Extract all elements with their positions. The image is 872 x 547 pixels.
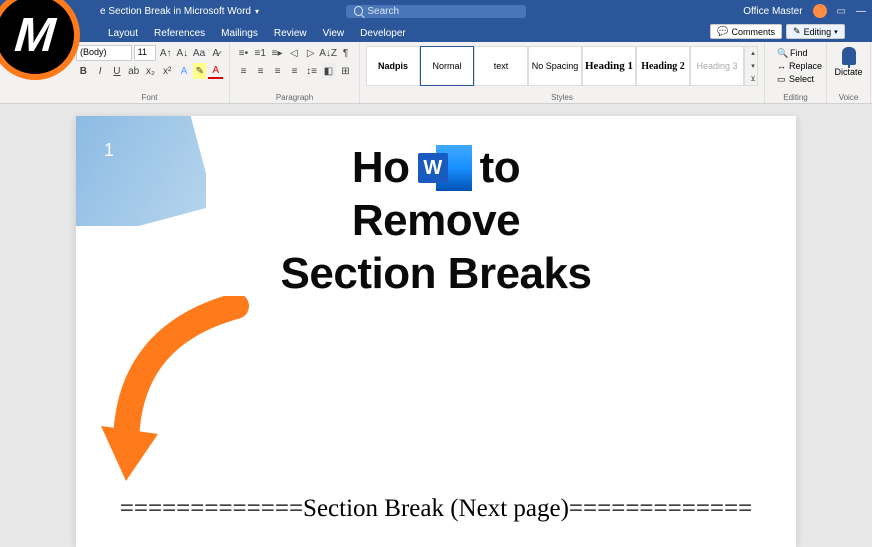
underline-button[interactable]: U — [110, 63, 125, 79]
font-color-icon[interactable]: A — [208, 63, 223, 79]
style-nospacing[interactable]: No Spacing — [528, 46, 582, 86]
chevron-down-icon: ▾ — [834, 28, 838, 36]
comment-icon: 💬 — [717, 26, 728, 37]
decrease-font-icon[interactable]: A↓ — [175, 45, 190, 61]
styles-gallery[interactable]: Nadpis Normal text No Spacing Heading 1 … — [366, 45, 758, 87]
borders-icon[interactable]: ⊞ — [338, 63, 353, 79]
tab-developer[interactable]: Developer — [352, 25, 414, 42]
document-page[interactable]: 1 Ho W to Remove Section Breaks ========… — [76, 116, 796, 547]
shading-icon[interactable]: ◧ — [321, 63, 336, 79]
tab-references[interactable]: References — [146, 25, 213, 42]
tab-layout[interactable]: Layout — [100, 25, 146, 42]
share-icon[interactable]: ⋁ — [849, 26, 864, 37]
change-case-icon[interactable]: Aa — [192, 45, 207, 61]
page-corner-decoration — [76, 116, 206, 226]
subscript-button[interactable]: x₂ — [143, 63, 158, 79]
line-spacing-icon[interactable]: ↕≡ — [304, 63, 319, 79]
style-nadpis[interactable]: Nadpis — [366, 46, 420, 86]
search-input[interactable] — [367, 6, 518, 17]
style-heading2[interactable]: Heading 2 — [636, 46, 690, 86]
find-button[interactable]: 🔍Find — [775, 47, 816, 59]
highlight-icon[interactable]: ✎ — [193, 63, 206, 79]
superscript-button[interactable]: x² — [160, 63, 175, 79]
user-name[interactable]: Office Master — [743, 6, 802, 17]
clear-format-icon[interactable]: A̷ — [208, 45, 223, 61]
word-app-icon: W — [418, 143, 472, 193]
styles-group-label: Styles — [366, 92, 758, 102]
select-icon: ▭ — [777, 74, 786, 84]
section-break-marker[interactable]: =============Section Break (Next page)==… — [76, 495, 796, 523]
document-heading: Ho W to Remove Section Breaks — [116, 142, 756, 300]
chevron-down-icon[interactable]: ▾ — [255, 7, 259, 16]
align-left-icon[interactable]: ≡ — [236, 63, 251, 79]
search-box[interactable] — [346, 5, 526, 18]
minimize-icon[interactable]: — — [856, 6, 866, 17]
increase-indent-icon[interactable]: ▷ — [303, 45, 318, 61]
replace-icon: ↔ — [777, 61, 786, 71]
find-icon: 🔍 — [777, 48, 787, 58]
dictate-button[interactable]: Dictate — [833, 45, 864, 79]
font-size-select[interactable]: 11 — [134, 45, 157, 61]
styles-more-icon[interactable]: ⊻ — [745, 72, 761, 85]
page-number: 1 — [104, 140, 114, 161]
editing-group-label: Editing — [771, 92, 820, 102]
microphone-icon — [842, 47, 856, 65]
brand-logo: M — [0, 0, 100, 100]
comments-button[interactable]: 💬 Comments — [710, 24, 782, 39]
user-avatar-icon[interactable] — [813, 4, 827, 18]
align-center-icon[interactable]: ≡ — [253, 63, 268, 79]
select-button[interactable]: ▭Select — [775, 73, 816, 85]
tab-view[interactable]: View — [315, 25, 353, 42]
replace-button[interactable]: ↔Replace — [775, 60, 816, 72]
sort-icon[interactable]: A↓Z — [320, 45, 336, 61]
style-heading3[interactable]: Heading 3 — [690, 46, 744, 86]
styles-up-icon[interactable]: ▴ — [745, 47, 761, 60]
style-text[interactable]: text — [474, 46, 528, 86]
increase-font-icon[interactable]: A↑ — [158, 45, 173, 61]
voice-group-label: Voice — [833, 92, 864, 102]
search-icon — [354, 6, 363, 16]
curved-arrow-icon — [96, 296, 266, 496]
justify-icon[interactable]: ≡ — [287, 63, 302, 79]
multilevel-icon[interactable]: ≡▸ — [270, 45, 285, 61]
style-normal[interactable]: Normal — [420, 46, 474, 86]
ribbon-toggle-icon[interactable]: ▭ — [837, 6, 846, 17]
pencil-icon: ✎ — [793, 26, 801, 37]
text-effects-icon[interactable]: A — [177, 63, 192, 79]
tab-review[interactable]: Review — [266, 25, 315, 42]
document-title: e Section Break in Microsoft Word — [100, 6, 251, 17]
tab-mailings[interactable]: Mailings — [213, 25, 266, 42]
strike-button[interactable]: ab — [126, 63, 141, 79]
editing-mode-button[interactable]: ✎ Editing ▾ — [786, 24, 845, 39]
ribbon: (Body) 11 A↑ A↓ Aa A̷ B I U ab x₂ x² A ✎… — [0, 42, 872, 104]
show-marks-icon[interactable]: ¶ — [338, 45, 353, 61]
bullets-icon[interactable]: ≡• — [236, 45, 251, 61]
align-right-icon[interactable]: ≡ — [270, 63, 285, 79]
title-bar: e Section Break in Microsoft Word ▾ Offi… — [0, 0, 872, 22]
document-area[interactable]: 1 Ho W to Remove Section Breaks ========… — [0, 104, 872, 547]
style-heading1[interactable]: Heading 1 — [582, 46, 636, 86]
styles-down-icon[interactable]: ▾ — [745, 60, 761, 73]
decrease-indent-icon[interactable]: ◁ — [286, 45, 301, 61]
paragraph-group-label: Paragraph — [236, 92, 353, 102]
numbering-icon[interactable]: ≡1 — [253, 45, 268, 61]
